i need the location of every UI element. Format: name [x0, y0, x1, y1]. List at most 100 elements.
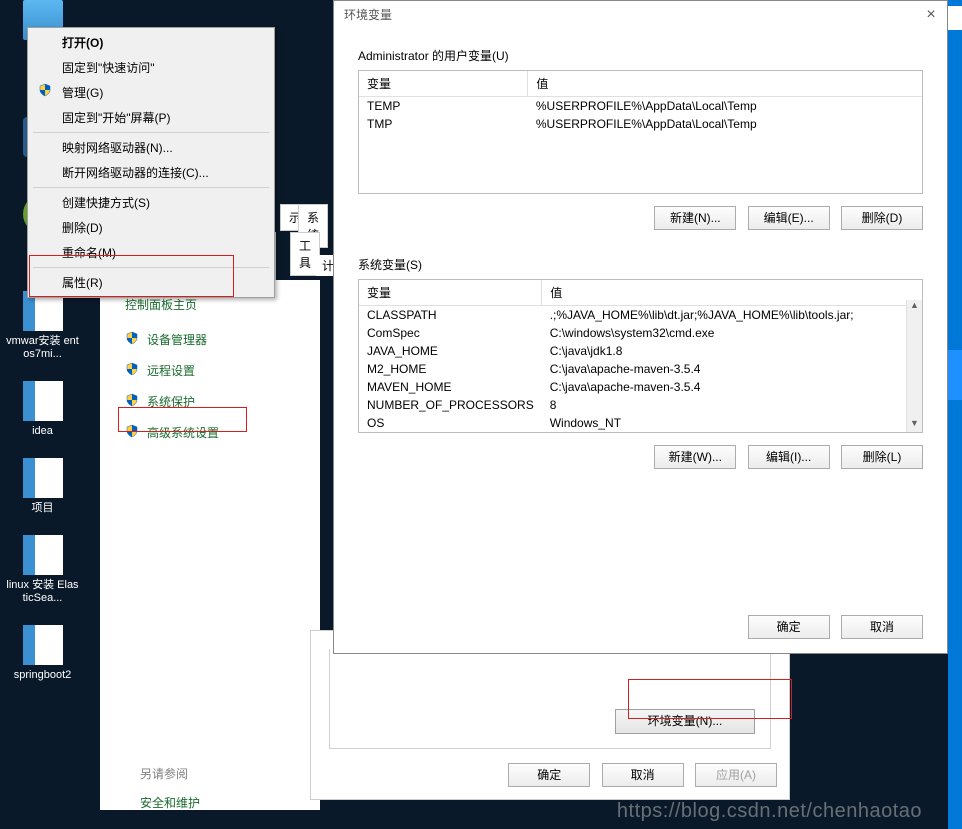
- group-box: 环境变量(N)...: [329, 649, 771, 749]
- delete-sys-var-button[interactable]: 删除(L): [841, 445, 923, 469]
- table-row[interactable]: TMP%USERPROFILE%\AppData\Local\Temp: [359, 115, 922, 133]
- sys-vars-buttons: 新建(W)... 编辑(I)... 删除(L): [358, 445, 923, 469]
- sys-vars-table-wrap: 变量 值 CLASSPATH.;%JAVA_HOME%\lib\dt.jar;%…: [358, 279, 923, 433]
- var-value: Windows_NT: [542, 414, 922, 432]
- scroll-up-icon[interactable]: ▲: [907, 300, 922, 314]
- environment-variables-dialog: 环境变量 × Administrator 的用户变量(U) 变量 值 TEMP%…: [333, 0, 948, 654]
- ok-button[interactable]: 确定: [508, 763, 590, 787]
- var-name: NUMBER_OF_PROCESSORS: [359, 396, 542, 414]
- dialog-title: 环境变量: [344, 8, 392, 22]
- user-vars-buttons: 新建(N)... 编辑(E)... 删除(D): [358, 206, 923, 230]
- environment-variables-button[interactable]: 环境变量(N)...: [615, 709, 755, 734]
- col-value[interactable]: 值: [542, 280, 922, 306]
- doc-icon: [23, 535, 63, 575]
- user-vars-label: Administrator 的用户变量(U): [358, 47, 923, 64]
- link-security-maintenance[interactable]: 安全和维护: [140, 794, 200, 811]
- separator: [33, 187, 269, 188]
- menu-rename[interactable]: 重命名(M): [30, 240, 272, 265]
- separator: [33, 267, 269, 268]
- menu-manage[interactable]: 管理(G): [30, 80, 272, 105]
- doc-icon: [23, 458, 63, 498]
- link-device-manager[interactable]: 设备管理器: [125, 331, 275, 348]
- desktop-icon-vmware[interactable]: vmwar安装 entos7mi...: [5, 291, 80, 361]
- table-row[interactable]: NUMBER_OF_PROCESSORS8: [359, 396, 922, 414]
- var-value: %USERPROFILE%\AppData\Local\Temp: [528, 115, 922, 133]
- var-name: MAVEN_HOME: [359, 378, 542, 396]
- cancel-button[interactable]: 取消: [841, 615, 923, 639]
- menu-disconnect[interactable]: 断开网络驱动器的连接(C)...: [30, 160, 272, 185]
- var-value: 8: [542, 396, 922, 414]
- desktop-icon-idea[interactable]: idea: [5, 381, 80, 438]
- var-name: M2_HOME: [359, 360, 542, 378]
- doc-icon: [23, 381, 63, 421]
- close-icon[interactable]: ×: [921, 5, 941, 25]
- system-variables-group: 系统变量(S) 变量 值 CLASSPATH.;%JAVA_HOME%\lib\…: [334, 238, 947, 477]
- var-value: C:\java\jdk1.8: [542, 342, 922, 360]
- menu-map-drive[interactable]: 映射网络驱动器(N)...: [30, 135, 272, 160]
- watermark: https://blog.csdn.net/chenhaotao: [617, 800, 922, 823]
- var-value: .;%JAVA_HOME%\lib\dt.jar;%JAVA_HOME%\lib…: [542, 306, 922, 325]
- edge-fragment: [948, 6, 962, 30]
- shield-icon: [125, 362, 139, 376]
- scrollbar[interactable]: ▲ ▼: [906, 300, 922, 432]
- shield-icon: [125, 393, 139, 407]
- col-value[interactable]: 值: [528, 71, 922, 97]
- edit-user-var-button[interactable]: 编辑(E)...: [748, 206, 830, 230]
- shield-icon: [125, 424, 139, 438]
- link-remote[interactable]: 远程设置: [125, 362, 275, 379]
- col-variable[interactable]: 变量: [359, 280, 542, 306]
- menu-properties[interactable]: 属性(R): [30, 270, 272, 295]
- shield-icon: [38, 83, 52, 97]
- scroll-down-icon[interactable]: ▼: [907, 418, 922, 432]
- var-value: C:\java\apache-maven-3.5.4: [542, 360, 922, 378]
- var-name: CLASSPATH: [359, 306, 542, 325]
- shield-icon: [125, 331, 139, 345]
- doc-icon: [23, 625, 63, 665]
- control-panel-home[interactable]: 控制面板主页: [125, 296, 275, 313]
- table-row[interactable]: M2_HOMEC:\java\apache-maven-3.5.4: [359, 360, 922, 378]
- desktop-icon-springboot[interactable]: springboot2: [5, 625, 80, 682]
- user-vars-table[interactable]: 变量 值 TEMP%USERPROFILE%\AppData\Local\Tem…: [359, 71, 922, 193]
- menu-pin-start[interactable]: 固定到"开始"屏幕(P): [30, 105, 272, 130]
- dialog-footer-buttons: 确定 取消: [740, 615, 923, 639]
- table-row[interactable]: OSWindows_NT: [359, 414, 922, 432]
- link-advanced[interactable]: 高级系统设置: [125, 424, 275, 441]
- table-row[interactable]: ComSpecC:\windows\system32\cmd.exe: [359, 324, 922, 342]
- var-value: C:\windows\system32\cmd.exe: [542, 324, 922, 342]
- menu-shortcut[interactable]: 创建快捷方式(S): [30, 190, 272, 215]
- table-row[interactable]: CLASSPATH.;%JAVA_HOME%\lib\dt.jar;%JAVA_…: [359, 306, 922, 325]
- see-also-title: 另请参阅: [140, 765, 200, 782]
- sys-vars-table[interactable]: 变量 值 CLASSPATH.;%JAVA_HOME%\lib\dt.jar;%…: [359, 280, 922, 432]
- edit-sys-var-button[interactable]: 编辑(I)...: [748, 445, 830, 469]
- cancel-button[interactable]: 取消: [602, 763, 684, 787]
- col-variable[interactable]: 变量: [359, 71, 528, 97]
- var-name: TMP: [359, 115, 528, 133]
- control-panel-links: 控制面板主页 设备管理器 远程设置 系统保护 高级系统设置: [125, 296, 275, 455]
- var-name: JAVA_HOME: [359, 342, 542, 360]
- desktop-icon-linux[interactable]: linux 安装 ElasticSea...: [5, 535, 80, 605]
- var-value: %USERPROFILE%\AppData\Local\Temp: [528, 97, 922, 116]
- desktop-icon-project[interactable]: 项目: [5, 458, 80, 515]
- menu-delete[interactable]: 删除(D): [30, 215, 272, 240]
- ok-button[interactable]: 确定: [748, 615, 830, 639]
- user-variables-group: Administrator 的用户变量(U) 变量 值 TEMP%USERPRO…: [334, 29, 947, 238]
- var-name: ComSpec: [359, 324, 542, 342]
- separator: [33, 132, 269, 133]
- system-properties-dialog: 环境变量(N)... 确定 取消 应用(A): [310, 630, 790, 800]
- right-edge: [948, 0, 962, 829]
- menu-pin-quick[interactable]: 固定到"快速访问": [30, 55, 272, 80]
- table-row[interactable]: TEMP%USERPROFILE%\AppData\Local\Temp: [359, 97, 922, 116]
- table-row[interactable]: JAVA_HOMEC:\java\jdk1.8: [359, 342, 922, 360]
- delete-user-var-button[interactable]: 删除(D): [841, 206, 923, 230]
- var-value: C:\java\apache-maven-3.5.4: [542, 378, 922, 396]
- new-user-var-button[interactable]: 新建(N)...: [654, 206, 736, 230]
- apply-button[interactable]: 应用(A): [695, 763, 777, 787]
- sys-vars-label: 系统变量(S): [358, 256, 923, 273]
- link-protection[interactable]: 系统保护: [125, 393, 275, 410]
- new-sys-var-button[interactable]: 新建(W)...: [654, 445, 736, 469]
- menu-open[interactable]: 打开(O): [30, 30, 272, 55]
- see-also: 另请参阅 安全和维护: [140, 765, 200, 811]
- context-menu: 打开(O) 固定到"快速访问" 管理(G) 固定到"开始"屏幕(P) 映射网络驱…: [27, 27, 275, 298]
- table-row[interactable]: MAVEN_HOMEC:\java\apache-maven-3.5.4: [359, 378, 922, 396]
- dialog-buttons: 确定 取消 应用(A): [500, 763, 777, 787]
